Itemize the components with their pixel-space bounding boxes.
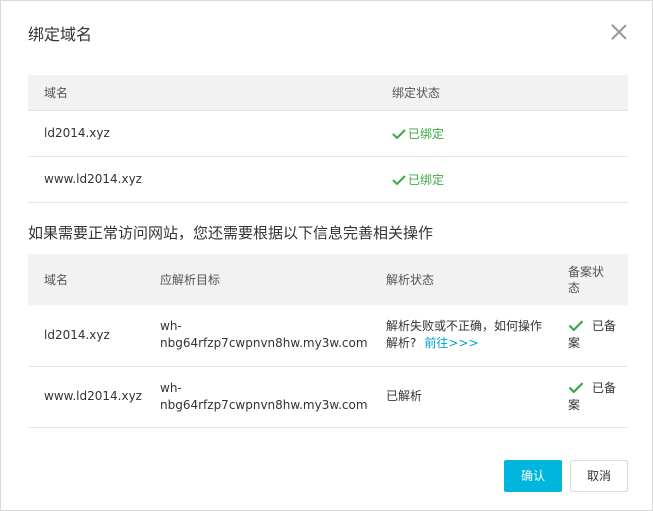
- table-header-row: 域名 应解析目标 解析状态 备案状态: [28, 254, 628, 305]
- check-icon: [392, 128, 406, 139]
- dns-config-table: 域名 应解析目标 解析状态 备案状态 ld2014.xyz wh- nbg64r…: [28, 254, 628, 428]
- target-cell: wh- nbg64rfzp7cwpnvn8hw.my3w.com: [144, 305, 370, 367]
- table-row: ld2014.xyz 已绑定: [28, 110, 628, 157]
- domain-cell: ld2014.xyz: [28, 110, 376, 157]
- resolve-status-cell: 解析失败或不正确，如何操作解析? 前往>>>: [370, 305, 552, 367]
- bind-status-text: 已绑定: [408, 126, 445, 141]
- cancel-button[interactable]: 取消: [570, 460, 628, 492]
- column-header-domain: 域名: [28, 75, 376, 111]
- bind-status-text: 已绑定: [408, 172, 445, 187]
- icp-status-cell: 已备案: [552, 305, 628, 367]
- domain-cell: www.ld2014.xyz: [28, 156, 376, 203]
- column-header-target: 应解析目标: [144, 254, 370, 305]
- bind-status-cell: 已绑定: [376, 110, 628, 157]
- go-resolve-link[interactable]: 前往>>>: [424, 336, 478, 350]
- table-row: www.ld2014.xyz wh- nbg64rfzp7cwpnvn8hw.m…: [28, 366, 628, 428]
- check-icon: [392, 174, 406, 185]
- column-header-icp-status: 备案状态: [552, 254, 628, 305]
- check-icon: [568, 381, 584, 393]
- column-header-resolve-status: 解析状态: [370, 254, 552, 305]
- bound-domains-table: 域名 绑定状态 ld2014.xyz 已绑定 www.ld2014.xyz 已绑…: [28, 75, 628, 203]
- target-line: wh-: [160, 319, 182, 334]
- dialog-title: 绑定域名: [28, 25, 93, 44]
- icp-status-cell: 已备案: [552, 366, 628, 428]
- target-line: nbg64rfzp7cwpnvn8hw.my3w.com: [160, 336, 368, 351]
- confirm-button[interactable]: 确认: [504, 460, 562, 492]
- target-line: wh-: [160, 380, 182, 395]
- table-row: www.ld2014.xyz 已绑定: [28, 156, 628, 203]
- target-line: nbg64rfzp7cwpnvn8hw.my3w.com: [160, 397, 368, 412]
- bind-domain-dialog: 绑定域名 域名 绑定状态 ld2014.xyz 已绑定 www.ld2014.x…: [0, 0, 653, 511]
- table-row: ld2014.xyz wh- nbg64rfzp7cwpnvn8hw.my3w.…: [28, 305, 628, 367]
- check-icon: [568, 320, 584, 332]
- resolve-status-cell: 已解析: [370, 366, 552, 428]
- column-header-domain: 域名: [28, 254, 144, 305]
- domain-cell: www.ld2014.xyz: [28, 366, 144, 428]
- domain-cell: ld2014.xyz: [28, 305, 144, 367]
- close-icon[interactable]: [610, 23, 628, 41]
- target-cell: wh- nbg64rfzp7cwpnvn8hw.my3w.com: [144, 366, 370, 428]
- bind-status-cell: 已绑定: [376, 156, 628, 203]
- notice-text: 如果需要正常访问网站，您还需要根据以下信息完善相关操作: [28, 224, 434, 242]
- column-header-bind-status: 绑定状态: [376, 75, 628, 111]
- table-header-row: 域名 绑定状态: [28, 75, 628, 111]
